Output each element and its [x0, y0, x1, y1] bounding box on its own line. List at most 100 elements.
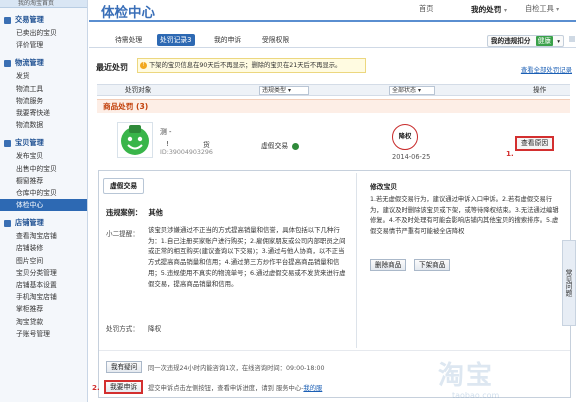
help-icon[interactable] — [292, 142, 300, 150]
tab-bar: 待需处理 处罚记录3 我的申诉 受限权限 我的违规扣分 健康 ▾ — [89, 34, 576, 48]
chevron-down-icon: ▾ — [417, 87, 421, 94]
violation-type-filter-label: 违规类型 — [262, 87, 287, 94]
product-name-mark: ! — [166, 140, 169, 148]
sidebar-item[interactable]: 宝贝分类管理 — [0, 267, 87, 279]
sidebar-item[interactable]: 淘宝贷款 — [0, 316, 87, 328]
delete-product-button[interactable]: 删除商品 — [370, 259, 407, 271]
appeal-button[interactable]: 我要申诉 — [104, 380, 144, 394]
tab-pending[interactable]: 待需处理 — [112, 34, 145, 46]
penalty-date: 2014-06-25 — [392, 153, 431, 161]
health-badge: 健康 — [535, 36, 553, 46]
sidebar-section: 宝贝管理发布宝贝 出售中的宝贝 橱窗推荐 仓库中的宝贝 体检中心 — [0, 136, 87, 212]
product-name[interactable]: 测 - — [160, 126, 171, 136]
annotation-step-2: 2. — [92, 383, 100, 392]
sidebar-item[interactable]: 体检中心 — [0, 199, 87, 212]
sidebar-section-header[interactable]: 店铺管理 — [0, 216, 87, 230]
view-all-records-link[interactable]: 查看全部处罚记录 — [521, 65, 572, 74]
sidebar-section: 店铺管理 查看淘宝店铺 店铺装修 图片空间 宝贝分类管理 店铺基本设置 手机淘宝店铺 掌柜推荐… — [0, 216, 87, 340]
sidebar-item[interactable]: 物流服务 — [0, 95, 87, 107]
watermark-url: taobao.com — [452, 391, 500, 400]
status-filter-label: 全部状态 — [392, 87, 417, 94]
sidebar-section-title: 宝贝管理 — [15, 138, 44, 148]
sidebar-section-title: 物流管理 — [15, 58, 44, 68]
sidebar-item[interactable]: 橱窗推荐 — [0, 175, 87, 187]
method-label: 处罚方式： — [106, 325, 139, 333]
chevron-down-icon: ▾ — [504, 7, 508, 14]
view-reason-button[interactable]: 查看原因 — [515, 136, 555, 151]
violation-case-value: 其他 — [148, 208, 163, 217]
smiley-icon — [121, 125, 149, 155]
product-penalty-group: 商品处罚 (3) — [97, 99, 570, 113]
sidebar-item[interactable]: 物流工具 — [0, 83, 87, 95]
chevron-down-icon: ▾ — [287, 87, 291, 94]
divider — [99, 350, 570, 351]
violation-type: 虚假交易 — [261, 140, 300, 150]
violation-type-text: 虚假交易 — [261, 142, 289, 150]
question-button[interactable]: 我有疑问 — [106, 361, 143, 373]
section-icon — [4, 139, 11, 147]
section-icon — [4, 219, 11, 227]
watermark-logo: 淘宝 — [438, 361, 495, 391]
sidebar-item[interactable]: 物流数据 — [0, 119, 87, 131]
nav-home[interactable]: 首页 — [419, 4, 433, 14]
offshelf-product-button[interactable]: 下架商品 — [414, 259, 451, 271]
tip-label: 小二提醒： — [106, 230, 139, 238]
method-value: 降权 — [148, 325, 162, 333]
section-icon — [4, 59, 11, 67]
product-thumbnail[interactable] — [117, 122, 153, 158]
sidebar-section: 物流管理发货 物流工具 物流服务 我要寄快递 物流数据 — [0, 56, 87, 131]
column-item: 处罚对象 — [125, 86, 152, 94]
recent-penalty-heading: 最近处罚 — [96, 63, 128, 72]
penalty-stamp: 降权 — [392, 124, 418, 150]
sidebar-item[interactable]: 查看淘宝店铺 — [0, 230, 87, 242]
sidebar-item[interactable]: 出售中的宝贝 — [0, 163, 87, 175]
nav-self-check-label: 自检工具 — [525, 4, 554, 13]
sidebar-item[interactable]: 店铺基本设置 — [0, 279, 87, 291]
chevron-down-icon: ▾ — [557, 39, 560, 45]
sidebar-section-header[interactable]: 交易管理 — [0, 13, 87, 27]
violation-score-label: 我的违规扣分 — [490, 37, 531, 45]
sidebar-section-header[interactable]: 宝贝管理 — [0, 136, 87, 150]
warning-icon: ! — [140, 62, 147, 69]
table-header: 处罚对象 违规类型 ▾ 全部状态 ▾ 操作 — [97, 84, 570, 96]
notice-banner: ! 下架的宝贝信息在90天后不再显示；删除的宝贝在21天后不再显示。 — [137, 58, 366, 73]
sidebar-section-header[interactable]: 物流管理 — [0, 56, 87, 70]
sidebar: 我的淘宝首页 交易管理已卖出的宝贝 评价管理物流管理发货 物流工具 物流服务 我要寄快递… — [0, 0, 88, 402]
page-title: 体检中心 — [101, 5, 155, 21]
column-divider — [356, 173, 357, 348]
annotation-step-1: 1. — [506, 149, 514, 158]
nav-my-penalty[interactable]: 我的处罚 ▾ — [471, 4, 507, 15]
sidebar-item[interactable]: 仓库中的宝贝 — [0, 187, 87, 199]
sidebar-item[interactable]: 我要寄快递 — [0, 107, 87, 119]
violation-tab[interactable]: 虚假交易 — [103, 178, 145, 194]
tab-restricted-permissions[interactable]: 受限权限 — [259, 34, 292, 46]
column-action: 操作 — [533, 86, 547, 94]
tab-penalty-records[interactable]: 处罚记录3 — [157, 34, 195, 46]
tip-text: 该宝贝涉嫌通过不正当的方式提高销量和信誉，具体包括以下几种行为：1.自己注册买家… — [148, 226, 346, 288]
sidebar-item[interactable]: 发货 — [0, 70, 87, 82]
sidebar-section-title: 交易管理 — [15, 15, 44, 24]
nav-self-check[interactable]: 自检工具 ▾ — [525, 4, 559, 14]
sidebar-item[interactable]: 掌柜推荐 — [0, 303, 87, 315]
violation-type-filter[interactable]: 违规类型 ▾ — [259, 86, 309, 95]
sidebar-item[interactable]: 店铺装修 — [0, 242, 87, 254]
product-id: ID:39004903296 — [160, 149, 213, 156]
question-note: 同一次违规24小时内能咨询1次，在线咨询时间：09:00-18:00 — [148, 365, 325, 372]
sidebar-item[interactable]: 评价管理 — [0, 39, 87, 51]
sidebar-item[interactable]: 发布宝贝 — [0, 150, 87, 162]
scrollbar-thumb[interactable] — [569, 36, 575, 42]
violation-case-label: 违规案例： — [106, 208, 142, 217]
violation-score-dropdown[interactable]: 我的违规扣分 健康 ▾ — [486, 35, 564, 47]
sidebar-item[interactable]: 子账号管理 — [0, 328, 87, 340]
sidebar-item[interactable]: 已卖出的宝贝 — [0, 27, 87, 39]
status-filter[interactable]: 全部状态 ▾ — [389, 86, 435, 95]
sidebar-item[interactable]: 图片空间 — [0, 255, 87, 267]
faq-side-widget[interactable]: 常见问题 — [562, 240, 576, 326]
sidebar-item[interactable]: 手机淘宝店铺 — [0, 291, 87, 303]
my-service-link[interactable]: 我的服 — [303, 385, 322, 392]
fix-title: 修改宝贝 — [370, 183, 398, 191]
chevron-down-icon: ▾ — [556, 6, 560, 13]
sidebar-topbar[interactable]: 我的淘宝首页 — [0, 0, 87, 8]
tab-my-appeals[interactable]: 我的申诉 — [211, 34, 244, 46]
nav-my-penalty-label: 我的处罚 — [471, 5, 502, 14]
